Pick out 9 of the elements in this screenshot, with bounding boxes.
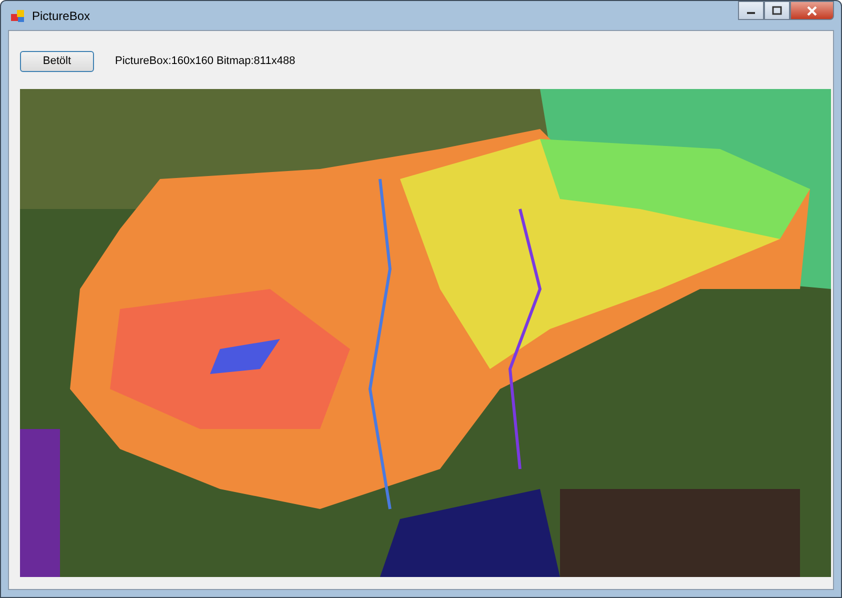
info-label: PictureBox:160x160 Bitmap:811x488 — [115, 55, 296, 67]
maximize-button[interactable] — [764, 1, 790, 20]
close-icon — [806, 6, 818, 16]
minimize-button[interactable] — [738, 1, 764, 20]
maximize-icon — [772, 6, 782, 15]
load-button[interactable]: Betölt — [20, 50, 94, 72]
app-icon — [10, 8, 26, 24]
window-title: PictureBox — [32, 8, 90, 22]
close-button[interactable] — [790, 1, 834, 20]
